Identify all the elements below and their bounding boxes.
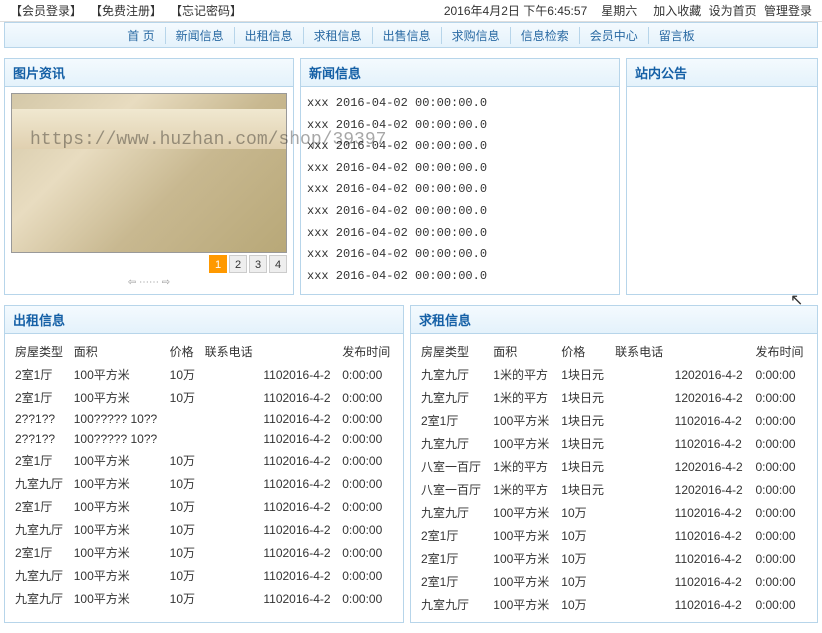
notice-panel: 站内公告: [626, 58, 818, 295]
table-row[interactable]: 2室1厅100平方米10万1102016-4-20:00:00: [11, 386, 397, 409]
carousel-image[interactable]: [11, 93, 287, 253]
news-item[interactable]: xxx 2016-04-02 00:00:00.0: [307, 115, 613, 137]
news-panel-title: 新闻信息: [301, 59, 619, 87]
news-item[interactable]: xxx 2016-04-02 00:00:00.0: [307, 266, 613, 288]
datetime-text: 2016年4月2日 下午6:45:57: [444, 2, 587, 19]
rent-out-panel: 出租信息 房屋类型面积价格联系电话发布时间2室1厅100平方米10万110201…: [4, 305, 404, 623]
add-favorite-link[interactable]: 加入收藏: [653, 4, 701, 18]
carousel-scroller[interactable]: ⇦ ⋯⋯ ⇨: [11, 273, 287, 288]
member-login-link[interactable]: 【会员登录】: [10, 2, 82, 19]
navbar: 首 页新闻信息出租信息求租信息出售信息求购信息信息检索会员中心留言板: [4, 22, 818, 48]
nav-home[interactable]: 首 页: [117, 27, 165, 44]
nav-guestbook[interactable]: 留言板: [649, 27, 705, 44]
rent-want-panel: 求租信息 房屋类型面积价格联系电话发布时间九室九厅1米的平方1块日元120201…: [410, 305, 818, 623]
set-homepage-link[interactable]: 设为首页: [709, 4, 757, 18]
pager-1[interactable]: 1: [209, 255, 227, 273]
topbar-left: 【会员登录】【免费注册】【忘记密码】: [8, 2, 244, 19]
table-row[interactable]: 2室1厅100平方米10万1102016-4-20:00:00: [417, 524, 811, 547]
col-header: 房屋类型: [417, 340, 489, 363]
pager-2[interactable]: 2: [229, 255, 247, 273]
col-header: 面积: [70, 340, 166, 363]
col-header: [259, 340, 338, 363]
table-row[interactable]: 九室九厅100平方米1块日元1102016-4-20:00:00: [417, 432, 811, 455]
topbar-right: 2016年4月2日 下午6:45:57 星期六 加入收藏 设为首页 管理登录: [444, 2, 814, 19]
table-row[interactable]: 九室九厅100平方米10万1102016-4-20:00:00: [417, 501, 811, 524]
table-row[interactable]: 八室一百厅1米的平方1块日元1202016-4-20:00:00: [417, 455, 811, 478]
topbar: 【会员登录】【免费注册】【忘记密码】 2016年4月2日 下午6:45:57 星…: [0, 0, 822, 22]
pager-4[interactable]: 4: [269, 255, 287, 273]
rent-want-table: 房屋类型面积价格联系电话发布时间九室九厅1米的平方1块日元1202016-4-2…: [417, 340, 811, 616]
col-header: [671, 340, 752, 363]
news-item[interactable]: xxx 2016-04-02 00:00:00.0: [307, 201, 613, 223]
col-header: 面积: [489, 340, 557, 363]
col-header: 发布时间: [751, 340, 811, 363]
table-row[interactable]: 九室九厅100平方米10万1102016-4-20:00:00: [11, 587, 397, 610]
news-item[interactable]: xxx 2016-04-02 00:00:00.0: [307, 93, 613, 115]
rent-out-table: 房屋类型面积价格联系电话发布时间2室1厅100平方米10万1102016-4-2…: [11, 340, 397, 610]
col-header: 联系电话: [201, 340, 260, 363]
nav-rent-want[interactable]: 求租信息: [304, 27, 373, 44]
news-panel: 新闻信息 xxx 2016-04-02 00:00:00.0xxx 2016-0…: [300, 58, 620, 295]
col-header: 价格: [166, 340, 201, 363]
table-row[interactable]: 九室九厅100平方米10万1102016-4-20:00:00: [11, 564, 397, 587]
news-item[interactable]: xxx 2016-04-02 00:00:00.0: [307, 244, 613, 266]
table-row[interactable]: 2室1厅100平方米1块日元1102016-4-20:00:00: [417, 409, 811, 432]
news-item[interactable]: xxx 2016-04-02 00:00:00.0: [307, 158, 613, 180]
notice-panel-title: 站内公告: [627, 59, 817, 87]
col-header: 价格: [557, 340, 611, 363]
col-header: 发布时间: [338, 340, 397, 363]
table-row[interactable]: 2室1厅100平方米10万1102016-4-20:00:00: [417, 547, 811, 570]
table-row[interactable]: 2室1厅100平方米10万1102016-4-20:00:00: [11, 495, 397, 518]
col-header: 房屋类型: [11, 340, 70, 363]
rent-out-title: 出租信息: [5, 306, 403, 334]
free-register-link[interactable]: 【免费注册】: [90, 2, 162, 19]
news-item[interactable]: xxx 2016-04-02 00:00:00.0: [307, 136, 613, 158]
table-row[interactable]: 九室九厅100平方米10万1102016-4-20:00:00: [417, 593, 811, 616]
col-header: 联系电话: [611, 340, 671, 363]
rent-want-title: 求租信息: [411, 306, 817, 334]
pager-3[interactable]: 3: [249, 255, 267, 273]
table-row[interactable]: 2室1厅100平方米10万1102016-4-20:00:00: [11, 363, 397, 386]
table-row[interactable]: 2??1??100????? 10??1102016-4-20:00:00: [11, 409, 397, 429]
table-row[interactable]: 2室1厅100平方米10万1102016-4-20:00:00: [417, 570, 811, 593]
carousel-pager: 1234: [11, 255, 287, 273]
table-row[interactable]: 2室1厅100平方米10万1102016-4-20:00:00: [11, 541, 397, 564]
table-row[interactable]: 2室1厅100平方米10万1102016-4-20:00:00: [11, 449, 397, 472]
admin-login-link[interactable]: 管理登录: [764, 4, 812, 18]
nav-buy[interactable]: 求购信息: [442, 27, 511, 44]
table-row[interactable]: 八室一百厅1米的平方1块日元1202016-4-20:00:00: [417, 478, 811, 501]
news-list: xxx 2016-04-02 00:00:00.0xxx 2016-04-02 …: [301, 87, 619, 293]
table-row[interactable]: 九室九厅1米的平方1块日元1202016-4-20:00:00: [417, 363, 811, 386]
news-item[interactable]: xxx 2016-04-02 00:00:00.0: [307, 223, 613, 245]
nav-member[interactable]: 会员中心: [580, 27, 649, 44]
table-row[interactable]: 九室九厅100平方米10万1102016-4-20:00:00: [11, 518, 397, 541]
news-item[interactable]: xxx 2016-04-02 00:00:00.0: [307, 179, 613, 201]
table-row[interactable]: 2??1??100????? 10??1102016-4-20:00:00: [11, 429, 397, 449]
notice-body: [627, 87, 817, 99]
forgot-password-link[interactable]: 【忘记密码】: [170, 2, 242, 19]
photo-panel: 图片资讯 1234 ⇦ ⋯⋯ ⇨: [4, 58, 294, 295]
nav-sale[interactable]: 出售信息: [373, 27, 442, 44]
nav-rent-out[interactable]: 出租信息: [235, 27, 304, 44]
nav-search[interactable]: 信息检索: [511, 27, 580, 44]
nav-news[interactable]: 新闻信息: [166, 27, 235, 44]
weekday-text: 星期六: [601, 2, 637, 19]
table-row[interactable]: 九室九厅100平方米10万1102016-4-20:00:00: [11, 472, 397, 495]
table-row[interactable]: 九室九厅1米的平方1块日元1202016-4-20:00:00: [417, 386, 811, 409]
photo-panel-title: 图片资讯: [5, 59, 293, 87]
